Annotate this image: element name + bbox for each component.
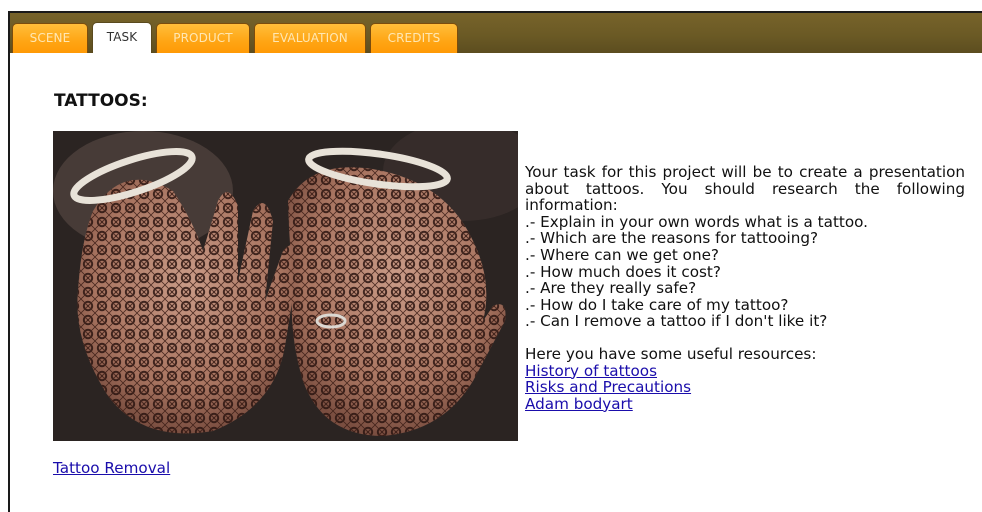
link-tattoo-removal[interactable]: Tattoo Removal <box>53 459 170 477</box>
resource-links: History of tattoos Risks and Precautions… <box>525 362 965 413</box>
question-item: .- How much does it cost? <box>525 262 721 281</box>
question-item: .- Can I remove a tattoo if I don't like… <box>525 312 828 331</box>
question-item: .- Which are the reasons for tattooing? <box>525 229 819 248</box>
task-description: Your task for this project will be to cr… <box>525 164 965 412</box>
tab-product[interactable]: PRODUCT <box>156 23 250 53</box>
link-risks-and-precautions[interactable]: Risks and Precautions <box>525 379 965 396</box>
tab-bar: SCENE TASK PRODUCT EVALUATION CREDITS <box>10 13 982 53</box>
resources-intro: Here you have some useful resources: <box>525 344 817 363</box>
task-intro: Your task for this project will be to cr… <box>525 163 965 215</box>
tab-scene[interactable]: SCENE <box>12 23 88 53</box>
tab-evaluation[interactable]: EVALUATION <box>254 23 366 53</box>
page-title: TATTOOS: <box>54 91 148 111</box>
question-item: .- Where can we get one? <box>525 245 719 264</box>
question-item: .- How do I take care of my tattoo? <box>525 295 789 314</box>
tab-task[interactable]: TASK <box>92 22 152 53</box>
link-history-of-tattoos[interactable]: History of tattoos <box>525 362 965 380</box>
question-item: .- Explain in your own words what is a t… <box>525 212 868 231</box>
tab-credits[interactable]: CREDITS <box>370 23 458 53</box>
henna-hands-photo <box>53 131 518 441</box>
link-adam-bodyart[interactable]: Adam bodyart <box>525 396 965 413</box>
question-item: .- Are they really safe? <box>525 279 697 298</box>
